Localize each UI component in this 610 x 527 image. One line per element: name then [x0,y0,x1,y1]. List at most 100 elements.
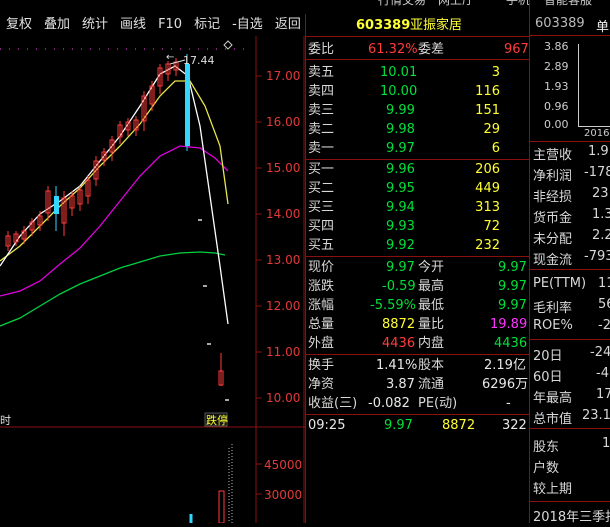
stock-name: 亚振家居 [410,18,463,33]
overlay-button[interactable]: 叠加 [38,15,76,35]
stat-row: 涨幅 -5.59% 最低 9.97 [306,296,529,315]
f10-label: 0.96 [544,100,569,113]
menu-service[interactable]: 智能客服 [544,0,592,8]
quote-cell: 232 [475,238,500,253]
quote-cell: 外盘 [308,336,335,351]
restore-rights-button[interactable]: 复权 [0,15,38,35]
quote-cell: 206 [475,162,500,177]
quote-panel: 603389 亚振家居 委比 61.32% 委差 967 卖五 10.01 3 … [306,14,529,434]
ask-row[interactable]: 卖二 9.98 29 [306,120,529,139]
stat-row: 换手 1.41% 股本 2.19亿 [306,356,529,375]
bid-row[interactable]: 买四 9.93 72 [306,217,529,236]
bid-row[interactable]: 买五 9.92 232 [306,236,529,255]
quote-cell: 卖五 [308,65,335,80]
quote-cell: -5.59% [370,298,416,313]
quote-cell: 151 [475,103,500,118]
f10-label: PE(TTM) [533,276,587,291]
quote-cell: 卖一 [308,141,335,156]
quote-cell: 9.97 [498,260,527,275]
back-button[interactable]: 返回 [269,15,307,35]
quote-cell: 涨幅 [308,298,335,313]
stat-row: 涨跌 -0.59 最高 9.97 [306,277,529,296]
f10-value: -793 [584,249,610,264]
quote-cell: 9.98 [386,122,415,137]
f10-value: 2.2 [592,228,610,243]
chart-toolbar: 复权 叠加 统计 画线 F10 标记 -自选 返回 [0,14,305,36]
kline-chart[interactable]: 17.44 ← 17.00 16.00 15.00 14.00 13.00 12… [0,36,305,524]
f10-label: 货币金 [533,211,573,226]
bid-row[interactable]: 买三 9.94 313 [306,198,529,217]
quote-cell: 量比 [418,317,445,332]
statistics-button[interactable]: 统计 [76,15,114,35]
f10-value: 1 [602,436,610,451]
menu-quotes[interactable]: 行情 [378,0,402,8]
volume-tick: 45000 [264,458,302,472]
price-tick: 13.00 [266,253,300,267]
quote-cell: 买一 [308,162,335,177]
quote-cell: 10.01 [380,65,418,80]
quote-cell: 买五 [308,238,335,253]
quote-cell: 卖四 [308,84,335,99]
menu-trade[interactable]: 交易 [402,0,426,8]
price-tick: 11.00 [266,345,300,359]
f10-value: -4 [596,366,609,381]
f10-value: 11 [598,276,610,291]
f10-label: 净利润 [533,169,573,184]
menu-online[interactable]: 网上厅 [438,0,474,8]
bid-row[interactable]: 买二 9.95 449 [306,179,529,198]
volume-tick: 30000 [264,488,302,502]
top-menu: 行情 交易 网上厅 手机 智能客服 [0,0,610,8]
f10-value: 1.9 [588,144,609,159]
mini-bar-chart [578,44,610,127]
f10-label: 户数 [533,461,560,476]
stat-row: 总量 8872 量比 19.89 [306,315,529,334]
menu-mobile[interactable]: 手机 [506,0,530,8]
quote-cell: 现价 [308,260,335,275]
f10-value: -24 [590,345,610,360]
quote-cell: 10.00 [380,84,418,99]
draw-line-button[interactable]: 画线 [114,15,152,35]
ma10-line [0,80,229,262]
quote-cell: 322 [502,418,527,433]
quote-cell: - [506,396,511,411]
limit-down-badge: 跌停 [206,413,228,427]
quote-cell: 6296万 [482,377,529,392]
quote-cell: 今开 [418,260,445,275]
quote-cell: 19.89 [490,317,528,332]
stat-row: 收益(三) -0.082 PE(动) - [306,394,529,413]
mark-button[interactable]: 标记 [188,15,226,35]
quote-cell: 72 [483,219,500,234]
f10-value: 1.3 [592,207,610,222]
f10-label: 20日 [533,349,563,364]
quote-cell: 9.97 [386,260,415,275]
f10-value: -178 [584,165,610,180]
quote-cell: 116 [475,84,500,99]
quote-cell: 449 [475,181,500,196]
quote-cell: 买二 [308,181,335,196]
report-footer: 2018年三季报 [533,510,610,525]
quote-cell: 卖二 [308,122,335,137]
rp-code: 603389 [535,16,585,31]
ask-row[interactable]: 卖三 9.99 151 [306,101,529,120]
bid-row[interactable]: 买一 9.96 206 [306,160,529,179]
price-tick: 10.00 [266,391,300,405]
quote-cell: 3.87 [386,377,415,392]
ask-row[interactable]: 卖五 10.01 3 [306,63,529,82]
quote-cell: 9.93 [386,219,415,234]
quote-cell: 1.41% [376,358,418,373]
quote-cell: 4436 [494,336,528,351]
f10-label: 非经损 [533,190,573,205]
quote-cell: 换手 [308,358,335,373]
ask-row[interactable]: 卖一 9.97 6 [306,139,529,158]
f10-label: ROE% [533,318,573,333]
rp-tab[interactable]: 单 [596,16,609,35]
f10-button[interactable]: F10 [152,15,188,35]
quote-cell: 收益(三) [308,396,358,411]
quote-cell: 净资 [308,377,335,392]
quote-cell: 卖三 [308,103,335,118]
tick-row[interactable]: 09:25 9.97 8872 322 [306,416,529,435]
ask-row[interactable]: 卖四 10.00 116 [306,82,529,101]
remove-watchlist-button[interactable]: -自选 [226,15,269,35]
quote-cell: 总量 [308,317,335,332]
quote-cell: 股本 [418,358,445,373]
